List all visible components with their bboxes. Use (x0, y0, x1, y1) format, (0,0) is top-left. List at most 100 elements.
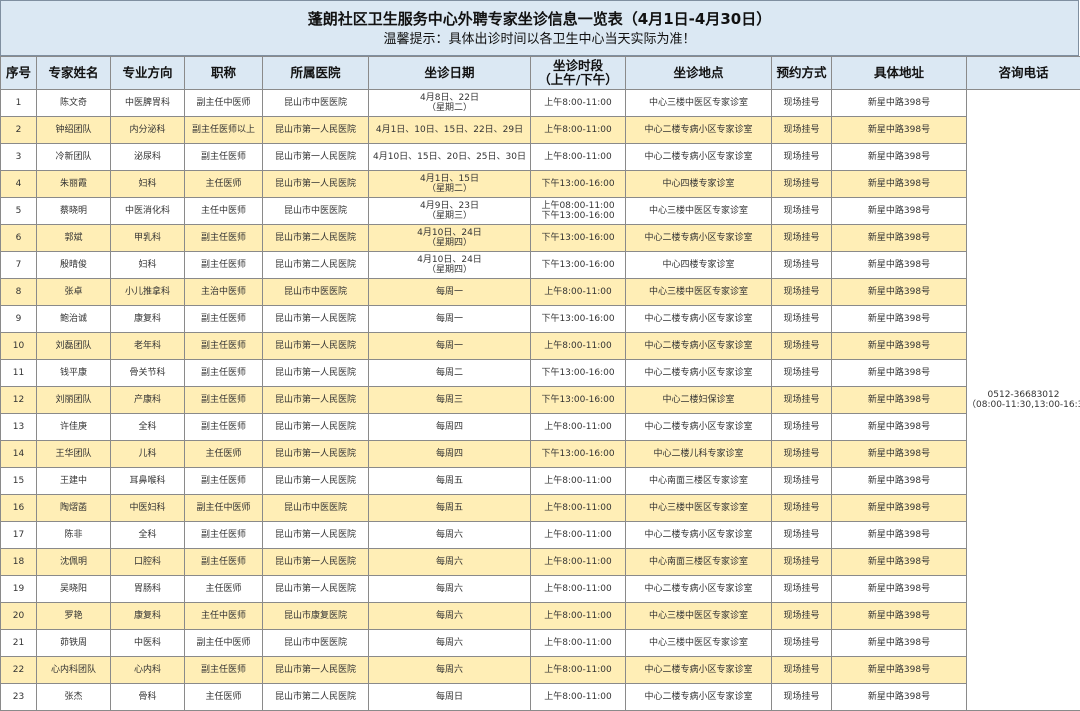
cell-address: 新星中路398号 (832, 198, 967, 225)
cell-date-line1: 4月10日、24日 (369, 228, 530, 238)
cell-date: 每周日 (369, 684, 531, 711)
cell-location: 中心三楼中医区专家诊室 (626, 198, 772, 225)
cell-seq: 1 (1, 90, 37, 117)
cell-title: 副主任医师 (185, 387, 263, 414)
cell-date: 每周五 (369, 468, 531, 495)
cell-time-line1: 上午8:00-11:00 (531, 584, 625, 594)
cell-hospital: 昆山市中医医院 (263, 630, 369, 657)
cell-name: 朱丽霞 (37, 171, 111, 198)
cell-time-line2: 下午13:00-16:00 (531, 211, 625, 221)
cell-name: 陈非 (37, 522, 111, 549)
cell-time: 上午8:00-11:00 (531, 279, 626, 306)
cell-seq: 20 (1, 603, 37, 630)
cell-date-line1: 每周三 (369, 395, 530, 405)
cell-address: 新星中路398号 (832, 576, 967, 603)
header-address: 具体地址 (832, 57, 967, 90)
cell-date-line1: 每周六 (369, 665, 530, 675)
cell-date: 每周四 (369, 414, 531, 441)
table-row: 10刘磊团队老年科副主任医师昆山市第一人民医院每周一上午8:00-11:00中心… (1, 333, 1080, 360)
phone-hours: （08:00-11:30,13:00-16:30） (967, 400, 1080, 410)
cell-time-line1: 下午13:00-16:00 (531, 314, 625, 324)
cell-booking: 现场挂号 (772, 657, 832, 684)
cell-title: 副主任中医师 (185, 90, 263, 117)
cell-booking: 现场挂号 (772, 522, 832, 549)
cell-time-line1: 上午8:00-11:00 (531, 503, 625, 513)
cell-time: 下午13:00-16:00 (531, 387, 626, 414)
cell-date-line1: 每周六 (369, 530, 530, 540)
cell-title: 副主任医师 (185, 360, 263, 387)
cell-time-line1: 上午8:00-11:00 (531, 665, 625, 675)
cell-phone-merged: 0512-36683012（08:00-11:30,13:00-16:30） (967, 90, 1080, 711)
cell-hospital: 昆山市第二人民医院 (263, 252, 369, 279)
cell-time: 上午8:00-11:00 (531, 603, 626, 630)
cell-hospital: 昆山市中医医院 (263, 90, 369, 117)
cell-hospital: 昆山市中医医院 (263, 495, 369, 522)
cell-address: 新星中路398号 (832, 387, 967, 414)
cell-date: 每周一 (369, 306, 531, 333)
cell-time-line1: 上午08:00-11:00 (531, 201, 625, 211)
cell-date-line2: （星期二） (369, 103, 530, 113)
header-location: 坐诊地点 (626, 57, 772, 90)
cell-address: 新星中路398号 (832, 468, 967, 495)
cell-name: 钱平康 (37, 360, 111, 387)
cell-booking: 现场挂号 (772, 144, 832, 171)
cell-location: 中心二楼专病小区专家诊室 (626, 360, 772, 387)
header-specialty: 专业方向 (111, 57, 185, 90)
cell-booking: 现场挂号 (772, 90, 832, 117)
cell-date: 每周六 (369, 657, 531, 684)
cell-date-line1: 每周六 (369, 584, 530, 594)
cell-title: 主任医师 (185, 684, 263, 711)
table-row: 13许佳庚全科副主任医师昆山市第一人民医院每周四上午8:00-11:00中心二楼… (1, 414, 1080, 441)
header-booking: 预约方式 (772, 57, 832, 90)
cell-title: 主治中医师 (185, 279, 263, 306)
cell-seq: 12 (1, 387, 37, 414)
cell-name: 张杰 (37, 684, 111, 711)
cell-hospital: 昆山市康复医院 (263, 603, 369, 630)
cell-hospital: 昆山市第一人民医院 (263, 522, 369, 549)
table-row: 14王华团队儿科主任医师昆山市第一人民医院每周四下午13:00-16:00中心二… (1, 441, 1080, 468)
cell-hospital: 昆山市第一人民医院 (263, 171, 369, 198)
cell-booking: 现场挂号 (772, 306, 832, 333)
cell-hospital: 昆山市第一人民医院 (263, 144, 369, 171)
cell-title: 副主任医师 (185, 657, 263, 684)
cell-location: 中心南面三楼区专家诊室 (626, 549, 772, 576)
schedule-sheet: 蓬朗社区卫生服务中心外聘专家坐诊信息一览表（4月1日-4月30日） 温馨提示：具… (0, 0, 1080, 707)
cell-booking: 现场挂号 (772, 630, 832, 657)
cell-seq: 10 (1, 333, 37, 360)
cell-address: 新星中路398号 (832, 306, 967, 333)
cell-title: 主任医师 (185, 576, 263, 603)
table-row: 11钱平康骨关节科副主任医师昆山市第一人民医院每周二下午13:00-16:00中… (1, 360, 1080, 387)
cell-address: 新星中路398号 (832, 252, 967, 279)
cell-location: 中心二楼专病小区专家诊室 (626, 225, 772, 252)
cell-specialty: 老年科 (111, 333, 185, 360)
cell-booking: 现场挂号 (772, 333, 832, 360)
table-row: 7殷晴俊妇科副主任医师昆山市第二人民医院4月10日、24日（星期四）下午13:0… (1, 252, 1080, 279)
cell-location: 中心二楼专病小区专家诊室 (626, 576, 772, 603)
cell-seq: 11 (1, 360, 37, 387)
cell-title: 副主任医师 (185, 468, 263, 495)
cell-seq: 23 (1, 684, 37, 711)
page-title: 蓬朗社区卫生服务中心外聘专家坐诊信息一览表（4月1日-4月30日） (1, 10, 1078, 28)
table-row: 15王建中耳鼻喉科副主任医师昆山市第一人民医院每周五上午8:00-11:00中心… (1, 468, 1080, 495)
cell-date-line1: 4月10日、24日 (369, 255, 530, 265)
cell-name: 蔡晓明 (37, 198, 111, 225)
cell-seq: 7 (1, 252, 37, 279)
table-row: 1陈文奇中医脾胃科副主任中医师昆山市中医医院4月8日、22日（星期二）上午8:0… (1, 90, 1080, 117)
cell-specialty: 儿科 (111, 441, 185, 468)
cell-date-line1: 每周二 (369, 368, 530, 378)
cell-hospital: 昆山市第一人民医院 (263, 117, 369, 144)
cell-name: 陶熠菡 (37, 495, 111, 522)
cell-name: 鲍治诚 (37, 306, 111, 333)
cell-name: 沈佩明 (37, 549, 111, 576)
cell-title: 副主任中医师 (185, 495, 263, 522)
cell-date-line1: 4月1日、15日 (369, 174, 530, 184)
header-phone: 咨询电话 (967, 57, 1080, 90)
header-period-line2: （上午/下午） (531, 73, 625, 87)
cell-date-line1: 每周五 (369, 476, 530, 486)
cell-address: 新星中路398号 (832, 684, 967, 711)
cell-title: 主任医师 (185, 171, 263, 198)
cell-date-line1: 4月8日、22日 (369, 93, 530, 103)
cell-specialty: 骨关节科 (111, 360, 185, 387)
cell-booking: 现场挂号 (772, 549, 832, 576)
table-row: 23张杰骨科主任医师昆山市第二人民医院每周日上午8:00-11:00中心二楼专病… (1, 684, 1080, 711)
